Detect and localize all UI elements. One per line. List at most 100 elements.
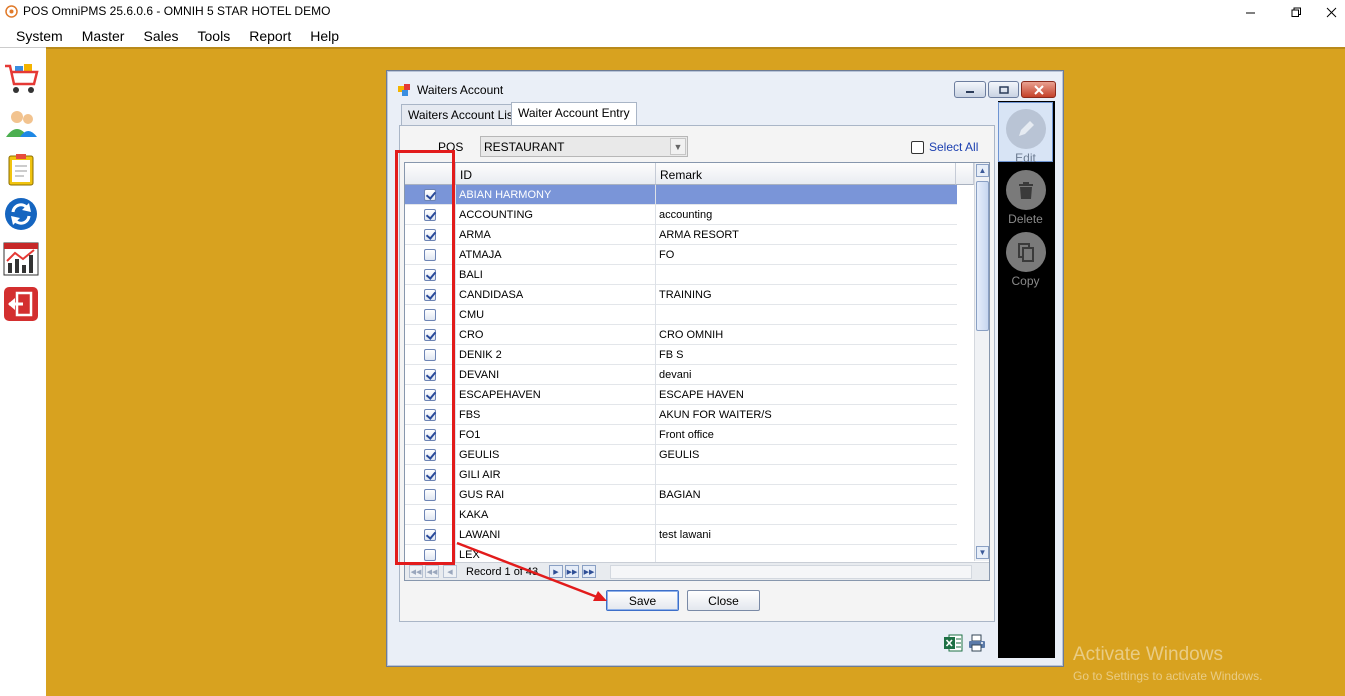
tab-waiters-account-list[interactable]: Waiters Account List (401, 104, 524, 126)
menu-tools[interactable]: Tools (188, 25, 240, 47)
nav-next-page-icon[interactable]: ▶▶ (565, 565, 579, 578)
row-id-cell[interactable]: CMU (456, 305, 656, 325)
pos-select-value: RESTAURANT (484, 140, 565, 154)
row-remark-cell[interactable] (656, 305, 956, 325)
row-remark-cell[interactable]: devani (656, 365, 956, 385)
minimize-button[interactable] (1227, 0, 1273, 24)
grid-header-remark[interactable]: Remark (656, 163, 956, 185)
row-id-cell[interactable]: GUS RAI (456, 485, 656, 505)
grid-header-id[interactable]: ID (456, 163, 656, 185)
row-remark-cell[interactable]: FO (656, 245, 956, 265)
horizontal-scrollbar[interactable] (610, 565, 972, 579)
row-id-cell[interactable]: ATMAJA (456, 245, 656, 265)
delete-button[interactable]: Delete (998, 164, 1053, 226)
pos-select[interactable]: RESTAURANT ▼ (480, 136, 688, 157)
exit-icon[interactable] (3, 286, 39, 322)
table-row[interactable]: GEULIS GEULIS (405, 445, 957, 465)
row-id-cell[interactable]: DEVANI (456, 365, 656, 385)
menu-help[interactable]: Help (300, 25, 348, 47)
row-remark-cell[interactable]: ESCAPE HAVEN (656, 385, 956, 405)
dialog-close-button[interactable] (1021, 81, 1056, 98)
table-row[interactable]: GILI AIR (405, 465, 957, 485)
menu-report[interactable]: Report (239, 25, 300, 47)
row-remark-cell[interactable]: Front office (656, 425, 956, 445)
row-remark-cell[interactable] (656, 465, 956, 485)
table-row[interactable]: FO1 Front office (405, 425, 957, 445)
table-row[interactable]: ATMAJA FO (405, 245, 957, 265)
nav-last-icon[interactable]: ▶▶ (582, 565, 596, 578)
table-row[interactable]: LAWANI test lawani (405, 525, 957, 545)
row-id-cell[interactable]: CANDIDASA (456, 285, 656, 305)
clipboard-icon[interactable] (3, 151, 39, 187)
edit-button[interactable]: Edit (998, 102, 1053, 165)
table-row[interactable]: ABIAN HARMONY (405, 185, 957, 205)
row-id-cell[interactable]: GILI AIR (456, 465, 656, 485)
users-icon[interactable] (3, 105, 39, 141)
row-remark-cell[interactable]: FB S (656, 345, 956, 365)
nav-first-icon[interactable]: ◀◀ (409, 565, 423, 578)
row-remark-cell[interactable]: CRO OMNIH (656, 325, 956, 345)
table-row[interactable]: BALI (405, 265, 957, 285)
row-remark-cell[interactable]: accounting (656, 205, 956, 225)
row-remark-cell[interactable] (656, 185, 956, 205)
row-remark-cell[interactable]: TRAINING (656, 285, 956, 305)
delete-label: Delete (1008, 212, 1043, 226)
table-row[interactable]: KAKA (405, 505, 957, 525)
checkbox-icon[interactable] (911, 140, 924, 154)
cart-icon[interactable] (3, 60, 39, 96)
table-row[interactable]: CANDIDASA TRAINING (405, 285, 957, 305)
menu-system[interactable]: System (6, 25, 72, 47)
table-row[interactable]: FBS AKUN FOR WAITER/S (405, 405, 957, 425)
row-id-cell[interactable]: FO1 (456, 425, 656, 445)
select-all-checkbox[interactable]: Select All (911, 140, 978, 154)
row-id-cell[interactable]: LAWANI (456, 525, 656, 545)
dialog-minimize-button[interactable] (954, 81, 986, 98)
row-remark-cell[interactable]: AKUN FOR WAITER/S (656, 405, 956, 425)
table-row[interactable]: CRO CRO OMNIH (405, 325, 957, 345)
nav-prev-icon[interactable]: ◀ (443, 565, 457, 578)
copy-button[interactable]: Copy (998, 226, 1053, 288)
row-remark-cell[interactable] (656, 265, 956, 285)
nav-prev-page-icon[interactable]: ◀◀ (425, 565, 439, 578)
chevron-down-icon[interactable]: ▼ (670, 138, 686, 155)
table-row[interactable]: ARMA ARMA RESORT (405, 225, 957, 245)
row-id-cell[interactable]: ESCAPEHAVEN (456, 385, 656, 405)
close-button[interactable]: Close (687, 590, 760, 611)
row-remark-cell[interactable]: ARMA RESORT (656, 225, 956, 245)
table-row[interactable]: ESCAPEHAVEN ESCAPE HAVEN (405, 385, 957, 405)
menu-sales[interactable]: Sales (133, 25, 187, 47)
nav-next-icon[interactable]: ▶ (549, 565, 563, 578)
table-row[interactable]: ACCOUNTING accounting (405, 205, 957, 225)
refresh-icon[interactable] (3, 196, 39, 232)
row-remark-cell[interactable] (656, 505, 956, 525)
dialog-maximize-button[interactable] (988, 81, 1019, 98)
scroll-down-icon[interactable]: ▼ (976, 546, 989, 559)
row-id-cell[interactable]: CRO (456, 325, 656, 345)
restore-button[interactable] (1273, 0, 1319, 24)
row-remark-cell[interactable]: BAGIAN (656, 485, 956, 505)
excel-export-icon[interactable] (943, 633, 963, 653)
save-button[interactable]: Save (606, 590, 679, 611)
row-id-cell[interactable]: DENIK 2 (456, 345, 656, 365)
table-row[interactable]: CMU (405, 305, 957, 325)
scroll-up-icon[interactable]: ▲ (976, 164, 989, 177)
row-id-cell[interactable]: GEULIS (456, 445, 656, 465)
vertical-scrollbar[interactable]: ▲ ▼ (974, 163, 989, 561)
printer-icon[interactable] (967, 633, 987, 653)
row-remark-cell[interactable]: GEULIS (656, 445, 956, 465)
table-row[interactable]: DENIK 2 FB S (405, 345, 957, 365)
menu-master[interactable]: Master (72, 25, 134, 47)
row-remark-cell[interactable]: test lawani (656, 525, 956, 545)
row-id-cell[interactable]: KAKA (456, 505, 656, 525)
row-id-cell[interactable]: BALI (456, 265, 656, 285)
table-row[interactable]: DEVANI devani (405, 365, 957, 385)
table-row[interactable]: GUS RAI BAGIAN (405, 485, 957, 505)
row-id-cell[interactable]: ACCOUNTING (456, 205, 656, 225)
report-chart-icon[interactable] (3, 241, 39, 277)
row-id-cell[interactable]: ABIAN HARMONY (456, 185, 656, 205)
row-id-cell[interactable]: ARMA (456, 225, 656, 245)
row-id-cell[interactable]: FBS (456, 405, 656, 425)
tab-waiter-account-entry[interactable]: Waiter Account Entry (511, 102, 637, 126)
close-window-button[interactable] (1318, 0, 1345, 24)
scroll-thumb[interactable] (976, 181, 989, 331)
